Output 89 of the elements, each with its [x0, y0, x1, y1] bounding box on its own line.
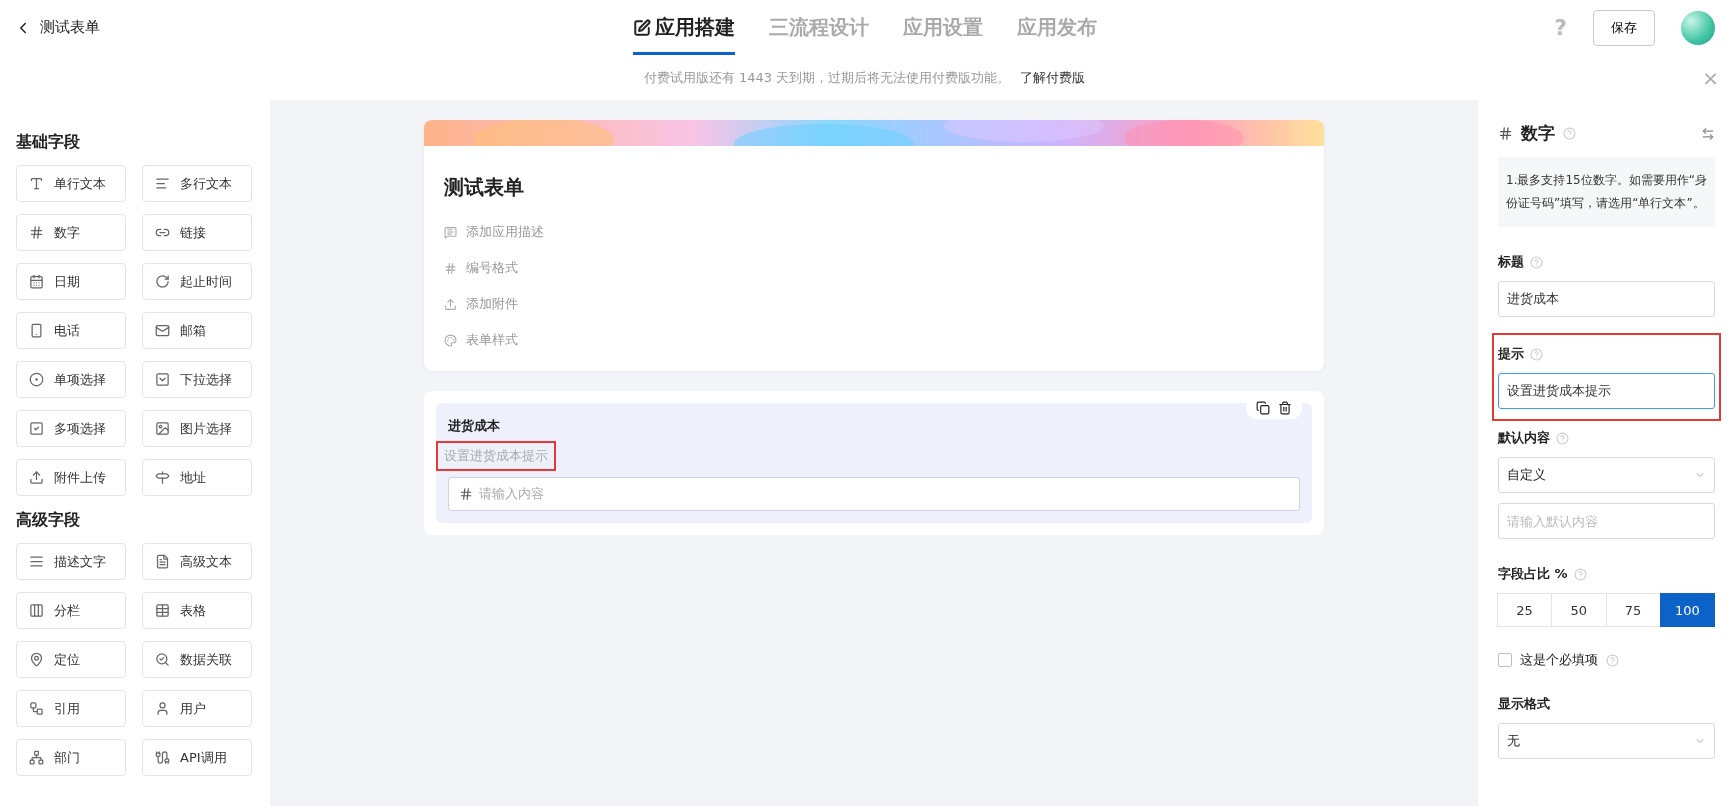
field-item[interactable]: 引用	[16, 690, 126, 727]
image-icon	[155, 421, 170, 436]
calendar-icon	[29, 274, 44, 289]
save-button[interactable]: 保存	[1593, 9, 1655, 46]
signpost-icon	[155, 470, 170, 485]
field-type: 数字	[1521, 122, 1555, 145]
field-item[interactable]: 分栏	[16, 592, 126, 629]
plug-icon	[155, 750, 170, 765]
field-item[interactable]: 单项选择	[16, 361, 126, 398]
ratio-option[interactable]: 75	[1605, 593, 1661, 627]
help-icon	[1606, 653, 1619, 667]
format-select[interactable]: 无	[1498, 723, 1715, 759]
field-label: 默认内容	[1498, 429, 1550, 447]
dropdown-icon	[155, 372, 170, 387]
document-icon	[155, 554, 170, 569]
field-item[interactable]: 电话	[16, 312, 126, 349]
field-item[interactable]: 附件上传	[16, 459, 126, 496]
copy-icon[interactable]	[1256, 401, 1270, 415]
number-icon	[444, 261, 457, 275]
ratio-option[interactable]: 25	[1497, 593, 1553, 627]
comment-icon	[444, 225, 457, 239]
field-item[interactable]: 高级文本	[142, 543, 252, 580]
ratio-option[interactable]: 50	[1551, 593, 1607, 627]
field-label: 标题	[1498, 253, 1524, 271]
field-label: 字段占比 %	[1498, 565, 1568, 583]
swap-icon[interactable]	[1701, 126, 1715, 141]
form-title: 测试表单	[444, 174, 525, 201]
group-title: 高级字段	[16, 510, 81, 531]
upgrade-link[interactable]: 了解付费版	[1020, 68, 1086, 87]
mail-icon	[155, 323, 170, 338]
field-item[interactable]: 用户	[142, 690, 252, 727]
lines-icon	[29, 554, 44, 569]
notice-text: 付费试用版还有 1443 天到期，过期后将无法使用付费版功能。	[643, 68, 1011, 87]
field-item[interactable]: 邮箱	[142, 312, 252, 349]
field-item[interactable]: 多项选择	[16, 410, 126, 447]
field-item[interactable]: 数字	[16, 214, 126, 251]
checkbox-label: 这是个必填项	[1520, 651, 1598, 669]
title-input[interactable]: 进货成本	[1498, 281, 1715, 317]
field-item[interactable]: 地址	[142, 459, 252, 496]
field-label: 进货成本	[448, 417, 501, 435]
upload-icon	[29, 470, 44, 485]
number-icon	[459, 487, 473, 501]
number-icon	[29, 225, 44, 240]
help-icon	[1530, 255, 1543, 269]
pin-icon	[29, 652, 44, 667]
help-icon	[1556, 431, 1569, 445]
field-item[interactable]: 描述文字	[16, 543, 126, 580]
field-item[interactable]: 起止时间	[142, 263, 252, 300]
default-input[interactable]: 请输入默认内容	[1498, 503, 1715, 539]
field-label: 提示	[1498, 345, 1524, 363]
radio-icon	[29, 372, 44, 387]
field-item[interactable]: 部门	[16, 739, 126, 776]
field-item[interactable]: API调用	[142, 739, 252, 776]
field-item[interactable]: 下拉选择	[142, 361, 252, 398]
ratio-option[interactable]: 100	[1659, 593, 1715, 627]
help-icon	[1573, 567, 1587, 581]
search-icon	[155, 652, 170, 667]
field-item[interactable]: 数据关联	[142, 641, 252, 678]
flow-icon	[29, 701, 44, 716]
text-icon	[29, 176, 44, 191]
org-icon	[29, 750, 44, 765]
field-item[interactable]: 图片选择	[142, 410, 252, 447]
checkbox[interactable]	[1498, 653, 1512, 667]
upload-icon	[444, 297, 457, 311]
lines-icon	[155, 176, 170, 191]
field-item[interactable]: 日期	[16, 263, 126, 300]
help-icon	[1530, 347, 1543, 361]
phone-icon	[29, 323, 44, 338]
field-item[interactable]: 单行文本	[16, 165, 126, 202]
page-title: 测试表单	[40, 18, 100, 37]
user-icon	[155, 701, 170, 716]
columns-icon	[29, 603, 44, 618]
help-icon	[1563, 127, 1576, 140]
field-item[interactable]: 表格	[142, 592, 252, 629]
field-item[interactable]: 多行文本	[142, 165, 252, 202]
edit-icon	[632, 18, 651, 37]
default-select[interactable]: 自定义	[1498, 457, 1715, 493]
palette-icon	[444, 333, 457, 347]
delete-icon[interactable]	[1278, 401, 1292, 415]
checkbox-icon	[29, 421, 44, 436]
table-icon	[155, 603, 170, 618]
field-label: 显示格式	[1498, 695, 1550, 713]
field-item[interactable]: 链接	[142, 214, 252, 251]
field-item[interactable]: 定位	[16, 641, 126, 678]
field-hint: 设置进货成本提示	[436, 441, 556, 471]
number-icon	[1498, 126, 1513, 141]
field-note: 1.最多支持15位数字。如需要用作“身份证号码”填写，请选用“单行文本”。	[1498, 157, 1715, 227]
group-title: 基础字段	[16, 132, 81, 153]
hint-input[interactable]: 设置进货成本提示	[1498, 373, 1715, 409]
